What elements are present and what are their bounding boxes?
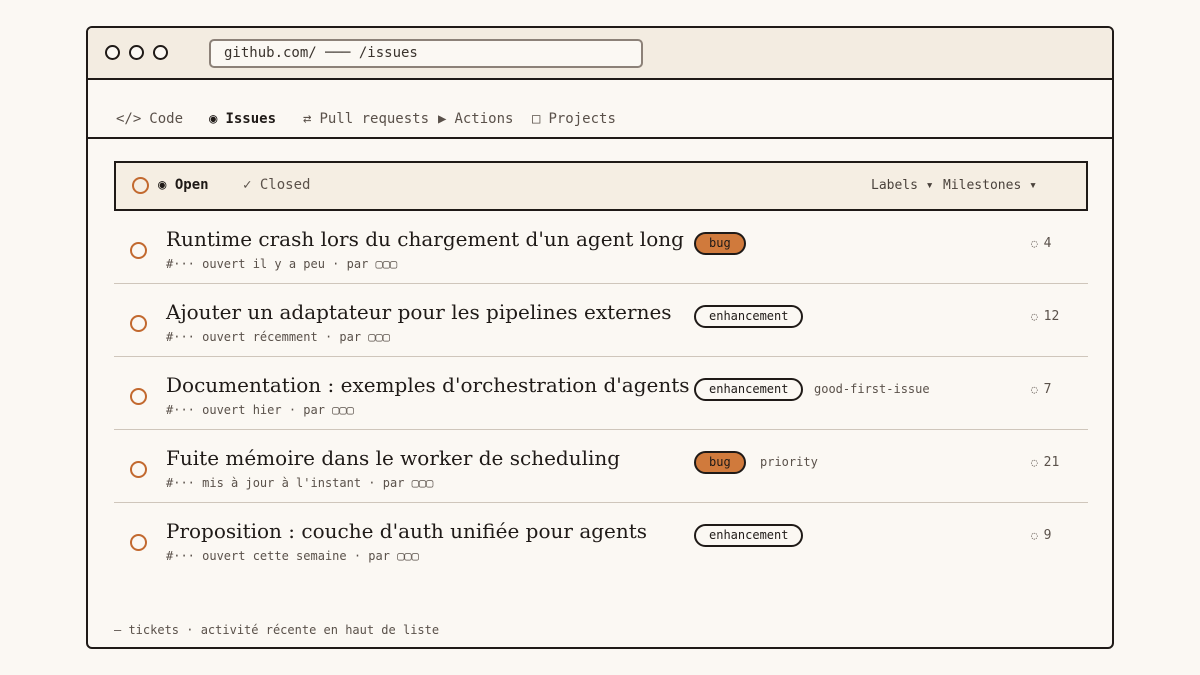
issue-comments[interactable]: ◌ 4 [1031,236,1051,251]
address-bar[interactable]: github.com/ ─── /issues [209,39,643,68]
issue-label-enhancement[interactable]: enhancement [694,524,804,547]
milestones-dropdown[interactable]: Milestones ▾ [943,178,1037,193]
list-footer-note: — tickets · activité récente en haut de … [114,623,440,637]
play-icon: ▶ [438,111,447,127]
comment-count: 21 [1043,455,1060,470]
issue-title[interactable]: Ajouter un adaptateur pour les pipelines… [166,300,672,324]
pull-request-icon: ⇄ [303,111,312,127]
comment-count: 7 [1043,382,1052,397]
browser-window: github.com/ ─── /issues </> Code ◉ Issues … [86,26,1114,649]
issue-label-bug[interactable]: bug [694,232,746,255]
tab-actions[interactable]: ▶ Actions [438,111,513,127]
issue-open-icon [130,315,147,332]
issue-comments[interactable]: ◌ 21 [1031,455,1059,470]
tab-issues[interactable]: ◉ Issues [209,111,276,127]
issue-row[interactable]: Proposition : couche d'auth unifiée pour… [114,503,1088,576]
tab-code[interactable]: </> Code [116,111,183,127]
tab-code-label: Code [149,111,184,127]
issue-meta: #··· mis à jour à l'instant · par ▢▢▢ [166,476,434,490]
comment-icon: ◌ [1031,456,1038,469]
browser-titlebar: github.com/ ─── /issues [88,28,1112,80]
check-icon: ✓ [243,177,252,193]
labels-dropdown[interactable]: Labels ▾ [871,178,934,193]
tab-projects-label: Projects [548,111,616,127]
issue-row[interactable]: Fuite mémoire dans le worker de scheduli… [114,430,1088,503]
comment-icon: ◌ [1031,310,1038,323]
filter-closed-label: Closed [259,177,311,193]
issue-filter-bar: ◉ Open ✓ Closed Labels ▾ Milestones ▾ [114,161,1088,211]
issue-meta: #··· ouvert hier · par ▢▢▢ [166,403,354,417]
issue-label-good-first-issue[interactable]: good-first-issue [814,382,930,396]
window-maximize-dot[interactable] [153,45,168,60]
issue-label-enhancement[interactable]: enhancement [694,378,804,401]
issue-meta: #··· ouvert récemment · par ▢▢▢ [166,330,390,344]
issue-title[interactable]: Documentation : exemples d'orchestration… [166,373,690,397]
issue-row[interactable]: Runtime crash lors du chargement d'un ag… [114,211,1088,284]
tab-pull-requests[interactable]: ⇄ Pull requests [303,111,429,127]
open-status-ring-icon [132,177,149,194]
issue-row[interactable]: Documentation : exemples d'orchestration… [114,357,1088,430]
comment-count: 4 [1043,236,1052,251]
filter-closed-button[interactable]: ✓ Closed [243,177,310,193]
issue-title[interactable]: Runtime crash lors du chargement d'un ag… [166,227,684,251]
window-close-dot[interactable] [105,45,120,60]
tab-actions-label: Actions [454,111,514,127]
issue-label-bug[interactable]: bug [694,451,746,474]
tab-pull-requests-label: Pull requests [319,111,430,127]
issue-comments[interactable]: ◌ 7 [1031,382,1051,397]
filter-open-label: Open [174,177,209,193]
issue-row[interactable]: Ajouter un adaptateur pour les pipelines… [114,284,1088,357]
address-bar-url: github.com/ ─── /issues [224,45,418,61]
issue-open-icon [130,242,147,259]
comment-count: 12 [1043,309,1060,324]
window-minimize-dot[interactable] [129,45,144,60]
comment-count: 9 [1043,528,1052,543]
issue-meta: #··· ouvert cette semaine · par ▢▢▢ [166,549,419,563]
issue-title[interactable]: Fuite mémoire dans le worker de scheduli… [166,446,620,470]
comment-icon: ◌ [1031,529,1038,542]
issue-title[interactable]: Proposition : couche d'auth unifiée pour… [166,519,647,543]
comment-icon: ◌ [1031,237,1038,250]
tab-issues-label: Issues [225,111,277,127]
issue-comments[interactable]: ◌ 12 [1031,309,1059,324]
issue-meta: #··· ouvert il y a peu · par ▢▢▢ [166,257,398,271]
issue-open-icon [130,461,147,478]
comment-icon: ◌ [1031,383,1038,396]
project-icon: □ [532,111,541,127]
issue-open-icon [130,388,147,405]
issue-opened-icon: ◉ [209,111,218,127]
repo-nav-tabs: </> Code ◉ Issues ⇄ Pull requests ▶ Actions … [88,80,1112,139]
code-icon: </> [116,111,142,127]
issue-open-icon [130,534,147,551]
filter-open-button[interactable]: ◉ Open [158,177,209,193]
issue-opened-icon: ◉ [158,177,167,193]
issue-label-priority[interactable]: priority [760,455,818,469]
tab-projects[interactable]: □ Projects [532,111,616,127]
issue-comments[interactable]: ◌ 9 [1031,528,1051,543]
issue-label-enhancement[interactable]: enhancement [694,305,804,328]
